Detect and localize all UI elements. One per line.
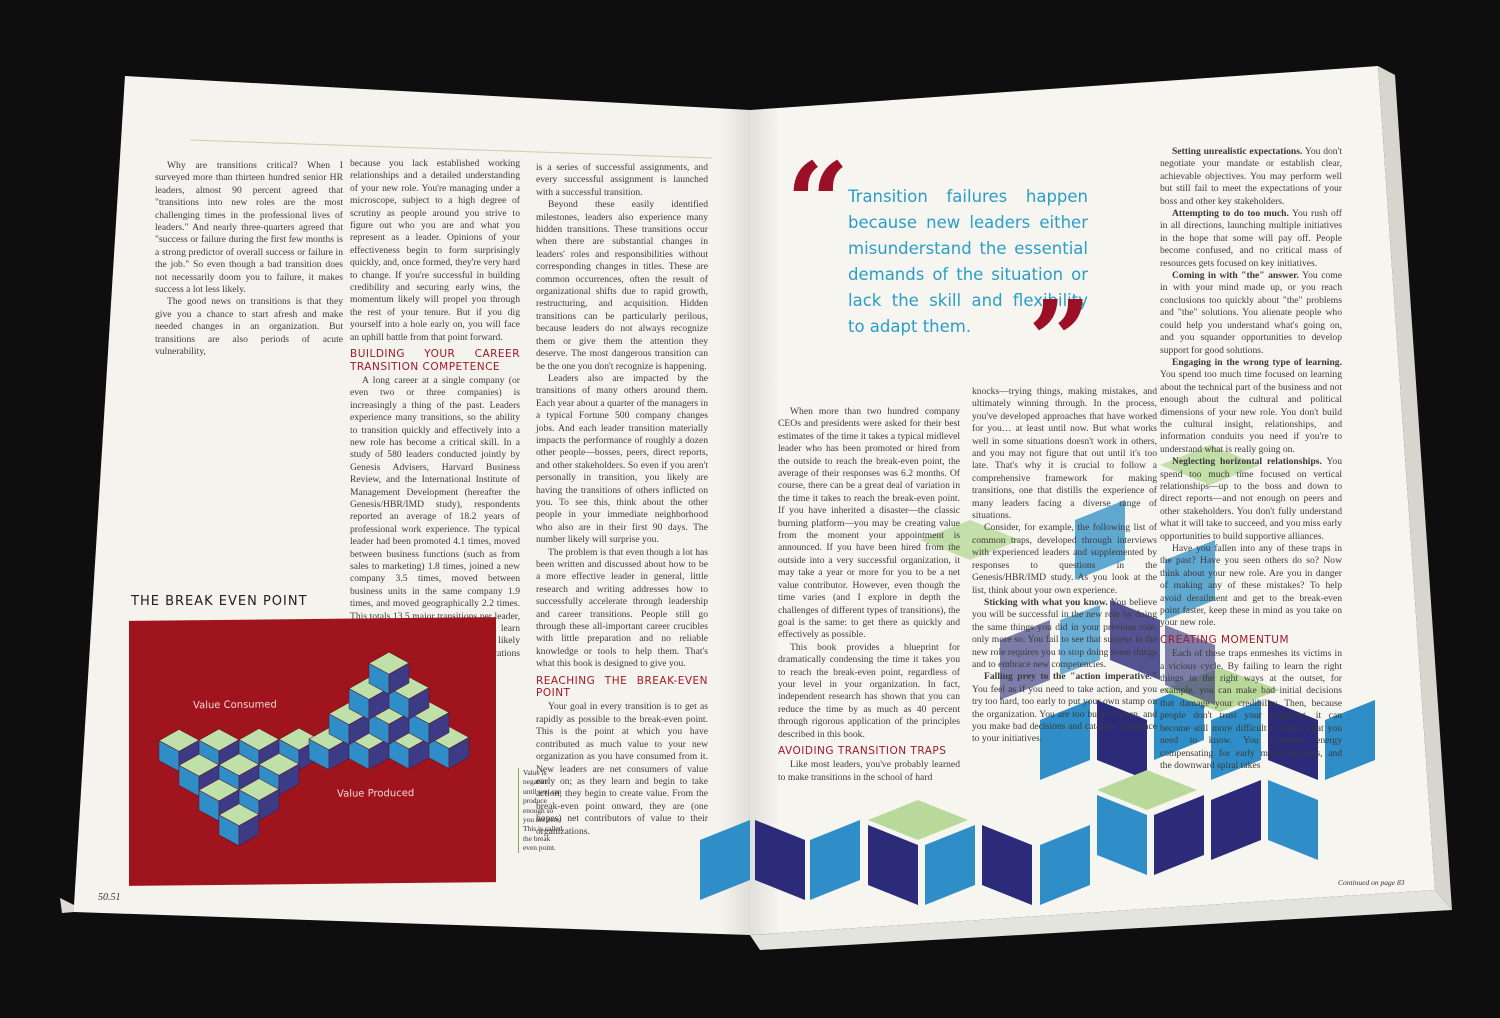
section-heading: Building Your Career Transition Competen… bbox=[350, 348, 520, 373]
left-column-3: is a series of successful assignments, a… bbox=[536, 162, 708, 838]
trap-title: Neglecting horizontal relationships. bbox=[1172, 456, 1322, 468]
trap-text: You spend too much time focused on verti… bbox=[1160, 456, 1343, 542]
paragraph: The problem is that even though a lot ha… bbox=[536, 546, 708, 670]
trap-item: Engaging in the wrong type of learning. … bbox=[1160, 357, 1342, 456]
paragraph: Each of these traps enmeshes its victims… bbox=[1160, 648, 1342, 771]
trap-title: Setting unrealistic expectations. bbox=[1172, 146, 1303, 157]
cube-figure bbox=[158, 651, 470, 847]
section-heading: Reaching the Break-Even Point bbox=[536, 674, 708, 700]
paragraph: The good news on transitions is that the… bbox=[155, 296, 343, 358]
trap-title: Engaging in the wrong type of learning. bbox=[1172, 356, 1342, 368]
page-number: 50.51 bbox=[98, 892, 121, 903]
right-column-1: When more than two hundred company CEOs … bbox=[778, 406, 960, 784]
figure-title: THE BREAK EVEN POINT bbox=[131, 594, 308, 609]
trap-title: Sticking with what you know. bbox=[984, 596, 1108, 608]
paragraph: Why are transitions critical? When I sur… bbox=[155, 160, 343, 296]
trap-item: Neglecting horizontal relationships. You… bbox=[1160, 456, 1342, 543]
figure-sidenote: Value is negative until you can produce … bbox=[518, 768, 563, 853]
trap-text: You feel as if you need to take action, … bbox=[972, 683, 1157, 745]
section-heading: Creating Momentum bbox=[1160, 633, 1289, 646]
magazine-spread: Why are transitions critical? When I sur… bbox=[0, 0, 1500, 1018]
paragraph: because you lack established working rel… bbox=[350, 158, 520, 343]
value-consumed-label: Value Consumed bbox=[193, 699, 277, 712]
paragraph: Leaders also are impacted by the transit… bbox=[536, 372, 708, 546]
trap-item: Sticking with what you know. You believe… bbox=[972, 597, 1157, 671]
value-produced-label: Value Produced bbox=[337, 787, 415, 800]
paragraph: knocks—trying things, making mistakes, a… bbox=[972, 386, 1157, 522]
paragraph: Like most leaders, you've probably learn… bbox=[778, 759, 960, 783]
continued-note: Continued on page 83 bbox=[1338, 878, 1405, 887]
trap-text: You come in with your mind made up, or y… bbox=[1160, 270, 1342, 356]
right-column-3: Setting unrealistic expectations. You do… bbox=[1160, 146, 1342, 772]
trap-title: Attempting to do too much. bbox=[1172, 208, 1289, 220]
paragraph: When more than two hundred company CEOs … bbox=[778, 406, 960, 641]
trap-item: Attempting to do too much. You rush off … bbox=[1160, 208, 1342, 270]
paragraph: This book provides a blueprint for drama… bbox=[778, 641, 960, 740]
trap-item: Setting unrealistic expectations. You do… bbox=[1160, 146, 1342, 208]
left-column-1: Why are transitions critical? When I sur… bbox=[155, 160, 343, 359]
trap-text: You spend too much time focused on learn… bbox=[1160, 369, 1342, 455]
open-quote-icon: “ bbox=[786, 138, 850, 267]
paragraph: Beyond these easily identified milestone… bbox=[536, 199, 708, 372]
trap-title: Coming in with "the" answer. bbox=[1172, 270, 1299, 282]
trap-item: Falling prey to the "action imperative."… bbox=[972, 671, 1157, 745]
right-column-2: knocks—trying things, making mistakes, a… bbox=[972, 386, 1157, 746]
section-heading: Avoiding Transition Traps bbox=[778, 744, 947, 757]
paragraph: Have you fallen into any of these traps … bbox=[1160, 543, 1342, 629]
break-even-figure: Value Consumed Value Produced bbox=[129, 617, 496, 886]
paragraph: Consider, for example, the following lis… bbox=[972, 522, 1157, 596]
left-column-2: because you lack established working rel… bbox=[350, 158, 520, 673]
trap-title: Falling prey to the "action imperative." bbox=[984, 671, 1157, 683]
close-quote-icon: ” bbox=[1028, 276, 1092, 405]
paragraph: is a series of successful assignments, a… bbox=[536, 162, 708, 198]
trap-item: Coming in with "the" answer. You come in… bbox=[1160, 270, 1342, 357]
